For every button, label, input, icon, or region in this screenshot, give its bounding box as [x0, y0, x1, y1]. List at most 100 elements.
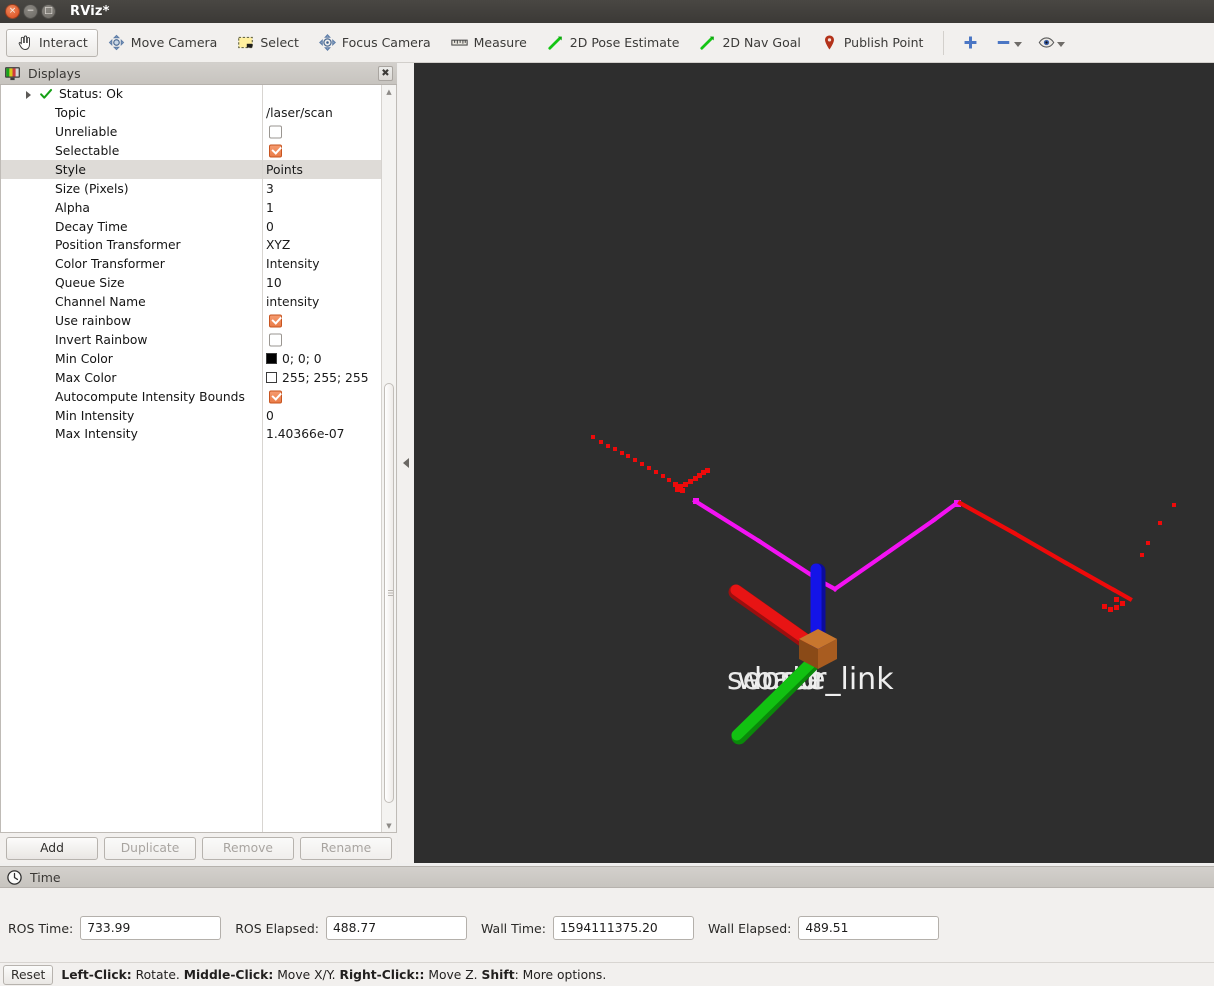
- property-value[interactable]: 10: [266, 274, 282, 293]
- rename-display-button[interactable]: Rename: [300, 836, 392, 860]
- tree-row-max-color[interactable]: Max Color 255; 255; 255: [1, 368, 381, 387]
- displays-tree[interactable]: Occupancy Grid MapVector Map CenterLines…: [1, 85, 381, 832]
- tree-row-channel-name[interactable]: Channel Name intensity: [1, 293, 381, 312]
- tree-row-queue-size[interactable]: Queue Size 10: [1, 274, 381, 293]
- tree-row-style[interactable]: Style Points: [1, 160, 381, 180]
- property-value[interactable]: 3: [266, 179, 274, 198]
- minus-icon: [998, 41, 1010, 44]
- wall-elapsed-input[interactable]: [798, 916, 940, 940]
- tool-move-camera-button[interactable]: Move Camera: [98, 29, 228, 57]
- axes-marker: [728, 563, 837, 745]
- scroll-up-arrow-icon[interactable]: ▲: [382, 85, 396, 98]
- mouse-hint-text: Left-Click: Rotate. Middle-Click: Move X…: [61, 968, 606, 982]
- tree-row-alpha[interactable]: Alpha 1: [1, 198, 381, 217]
- property-value-color[interactable]: 0; 0; 0: [266, 349, 322, 368]
- scan-endpoint-left: [693, 498, 699, 504]
- property-value[interactable]: 1: [266, 198, 274, 217]
- color-value-text: 255; 255; 255: [282, 370, 369, 385]
- tree-row-label-group: Topic: [1, 106, 86, 120]
- property-checkbox[interactable]: [269, 125, 282, 139]
- tree-row-unreliable[interactable]: Unreliable: [1, 123, 381, 142]
- property-checkbox[interactable]: [269, 333, 282, 347]
- scrollbar-thumb[interactable]: [384, 383, 394, 803]
- tree-item-name: Style: [55, 162, 86, 177]
- visibility-button[interactable]: [1030, 30, 1073, 56]
- property-value[interactable]: intensity: [266, 293, 319, 312]
- tree-row-color-transformer[interactable]: Color Transformer Intensity: [1, 255, 381, 274]
- render-viewport-3d[interactable]: world base_link sensor: [414, 63, 1214, 863]
- property-value[interactable]: 0: [266, 217, 274, 236]
- property-value[interactable]: Points: [266, 160, 303, 179]
- tree-row-min-color[interactable]: Min Color 0; 0; 0: [1, 349, 381, 368]
- tree-row-max-intensity[interactable]: Max Intensity 1.40366e-07: [1, 425, 381, 444]
- tree-row-selectable[interactable]: Selectable: [1, 142, 381, 161]
- color-swatch[interactable]: [266, 353, 277, 365]
- tree-row-min-intensity[interactable]: Min Intensity 0: [1, 406, 381, 425]
- tool-publish-point-button[interactable]: Publish Point: [811, 29, 934, 57]
- tree-row-status-ok[interactable]: Status: Ok: [1, 85, 381, 104]
- reset-button[interactable]: Reset: [3, 964, 54, 985]
- tree-item-name: Status: Ok: [59, 87, 124, 102]
- wall-time-input[interactable]: [552, 916, 694, 940]
- tool-2d-pose-estimate-button[interactable]: 2D Pose Estimate: [537, 29, 690, 57]
- tree-row-position-transformer[interactable]: Position Transformer XYZ: [1, 236, 381, 255]
- ros-elapsed-label: ROS Elapsed:: [235, 920, 319, 936]
- collapse-left-arrow-icon[interactable]: [402, 458, 409, 468]
- color-swatch[interactable]: [266, 372, 277, 384]
- toolbar-separator: [943, 30, 945, 55]
- tree-row-size-pixels[interactable]: Size (Pixels) 3: [1, 179, 381, 198]
- close-icon[interactable]: ✖: [378, 66, 393, 81]
- tree-item-name: Selectable: [55, 144, 120, 159]
- tree-row-autocompute-intensity-bounds[interactable]: Autocompute Intensity Bounds: [1, 387, 381, 406]
- tool-measure-button[interactable]: Measure: [441, 29, 537, 57]
- tree-row-label-group: Position Transformer: [1, 238, 181, 252]
- tool-2d-nav-goal-button[interactable]: 2D Nav Goal: [689, 29, 810, 57]
- displays-tree-container[interactable]: Occupancy Grid MapVector Map CenterLines…: [0, 85, 397, 833]
- move-camera-icon: [108, 34, 125, 51]
- displays-panel-header: Displays ✖: [0, 63, 397, 85]
- property-value[interactable]: Intensity: [266, 255, 320, 274]
- window-close-button[interactable]: ×: [5, 4, 20, 19]
- window-minimize-button[interactable]: −: [23, 4, 38, 19]
- duplicate-display-button[interactable]: Duplicate: [104, 836, 196, 860]
- property-value[interactable]: /laser/scan: [266, 104, 333, 123]
- tree-row-decay-time[interactable]: Decay Time 0: [1, 217, 381, 236]
- property-value-color[interactable]: 255; 255; 255: [266, 368, 369, 387]
- panel-splitter-handle[interactable]: [398, 63, 413, 863]
- chevron-right-icon[interactable]: [24, 90, 33, 99]
- tree-row-invert-rainbow[interactable]: Invert Rainbow: [1, 331, 381, 350]
- hint-text: Rotate.: [131, 967, 184, 982]
- property-value[interactable]: XYZ: [266, 236, 290, 255]
- remove-tool-button[interactable]: [987, 30, 1030, 56]
- property-checkbox[interactable]: [269, 144, 282, 158]
- property-checkbox[interactable]: [269, 390, 282, 404]
- property-value[interactable]: 1.40366e-07: [266, 425, 345, 444]
- scroll-down-arrow-icon[interactable]: ▼: [382, 819, 396, 832]
- tree-row-topic[interactable]: Topic/laser/scan: [1, 104, 381, 123]
- hint-key: Left-Click:: [61, 967, 132, 982]
- chevron-down-icon[interactable]: [1014, 42, 1023, 47]
- tool-focus-camera-label: Focus Camera: [341, 35, 431, 50]
- property-checkbox[interactable]: [269, 314, 282, 328]
- tree-row-use-rainbow[interactable]: Use rainbow: [1, 312, 381, 331]
- chevron-down-icon[interactable]: [1057, 42, 1066, 47]
- tool-focus-camera-button[interactable]: Focus Camera: [309, 29, 441, 57]
- hint-text: : More options.: [514, 967, 607, 982]
- ros-time-input[interactable]: [80, 916, 222, 940]
- add-display-button[interactable]: Add: [6, 836, 98, 860]
- ros-elapsed-input[interactable]: [325, 916, 467, 940]
- property-value[interactable]: 0: [266, 406, 274, 425]
- window-maximize-button[interactable]: □: [41, 4, 56, 19]
- remove-display-button[interactable]: Remove: [202, 836, 294, 860]
- tool-interact-button[interactable]: Interact: [6, 28, 98, 57]
- tree-vertical-scrollbar[interactable]: ▲ ▼: [381, 85, 396, 832]
- tool-select-button[interactable]: Select: [227, 29, 309, 57]
- plus-icon: [964, 36, 977, 49]
- wall-elapsed-field: Wall Elapsed:: [708, 916, 940, 940]
- add-tool-button[interactable]: [954, 30, 987, 56]
- displays-panel: Displays ✖ Occupancy Grid MapVector Map …: [0, 63, 397, 863]
- tree-item-name: Color Transformer: [55, 257, 165, 272]
